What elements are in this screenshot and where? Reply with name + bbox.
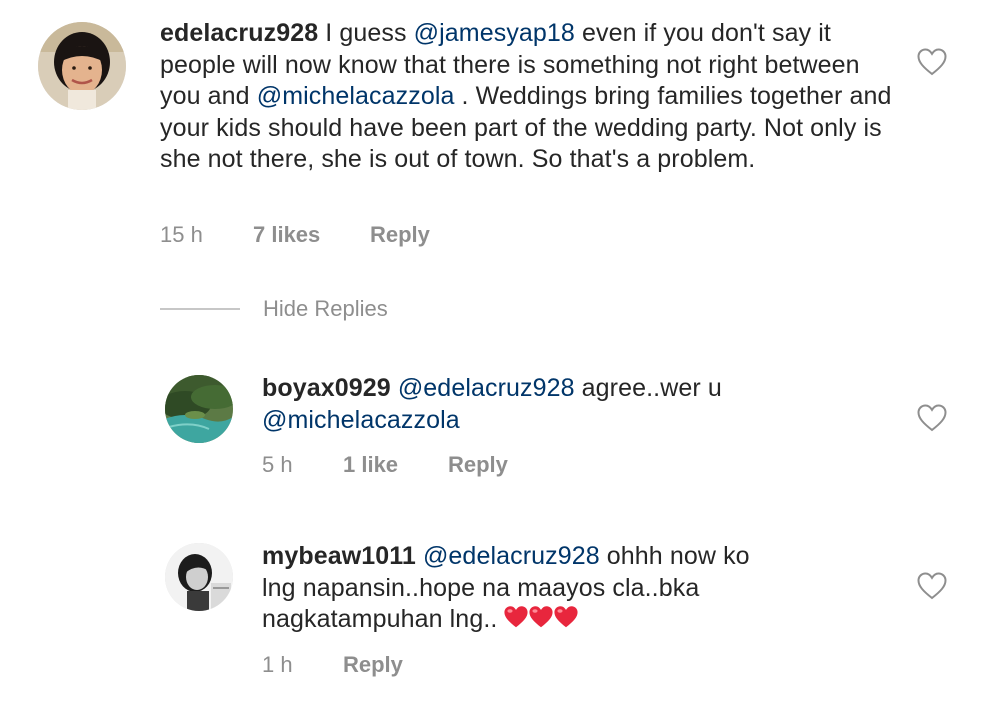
comment-likes-button[interactable]: 7 likes <box>253 222 370 248</box>
heart-outline-icon[interactable] <box>917 572 947 600</box>
comment-reply-button[interactable]: Reply <box>370 222 430 248</box>
reply-meta: 1 h Reply <box>262 652 403 678</box>
avatar[interactable] <box>165 543 233 611</box>
comment-body-text: agree..wer u <box>574 374 722 402</box>
reply-text: mybeaw1011 @edelacruz928 ohhh now ko lng… <box>262 541 782 636</box>
reply-reply-button[interactable]: Reply <box>343 652 403 678</box>
mention-link[interactable]: @michelacazzola <box>257 82 455 110</box>
comment-body-text: I guess <box>318 19 414 47</box>
hide-replies-toggle[interactable]: Hide Replies <box>160 296 388 322</box>
reply-time: 5 h <box>262 452 293 477</box>
heart-emoji-icon <box>504 606 528 628</box>
username-link[interactable]: edelacruz928 <box>160 19 318 47</box>
heart-outline-icon[interactable] <box>917 48 947 76</box>
comment-text: edelacruz928 I guess @jamesyap18 even if… <box>160 18 895 176</box>
heart-emoji-icon <box>554 606 578 628</box>
heart-outline-icon[interactable] <box>917 404 947 432</box>
heart-emoji-icon <box>529 606 553 628</box>
avatar[interactable] <box>165 375 233 443</box>
comment-body-text <box>416 542 423 570</box>
mention-link[interactable]: @edelacruz928 <box>423 542 600 570</box>
comment-meta: 15 h 7 likes Reply <box>160 222 430 248</box>
hide-replies-label[interactable]: Hide Replies <box>263 296 388 322</box>
username-link[interactable]: boyax0929 <box>262 374 391 402</box>
reply-likes-button[interactable]: 1 like <box>343 452 448 478</box>
comment-time: 15 h <box>160 222 203 247</box>
reply-meta: 5 h 1 like Reply <box>262 452 508 478</box>
heart-emoji-group <box>503 605 578 629</box>
reply-text: boyax0929 @edelacruz928 agree..wer u @mi… <box>262 373 872 436</box>
comment-body-text <box>391 374 398 402</box>
reply-time: 1 h <box>262 652 293 677</box>
mention-link[interactable]: @michelacazzola <box>262 406 460 434</box>
avatar[interactable] <box>38 22 126 110</box>
username-link[interactable]: mybeaw1011 <box>262 542 416 570</box>
mention-link[interactable]: @edelacruz928 <box>398 374 575 402</box>
divider-line <box>160 308 240 310</box>
reply-reply-button[interactable]: Reply <box>448 452 508 478</box>
mention-link[interactable]: @jamesyap18 <box>414 19 575 47</box>
